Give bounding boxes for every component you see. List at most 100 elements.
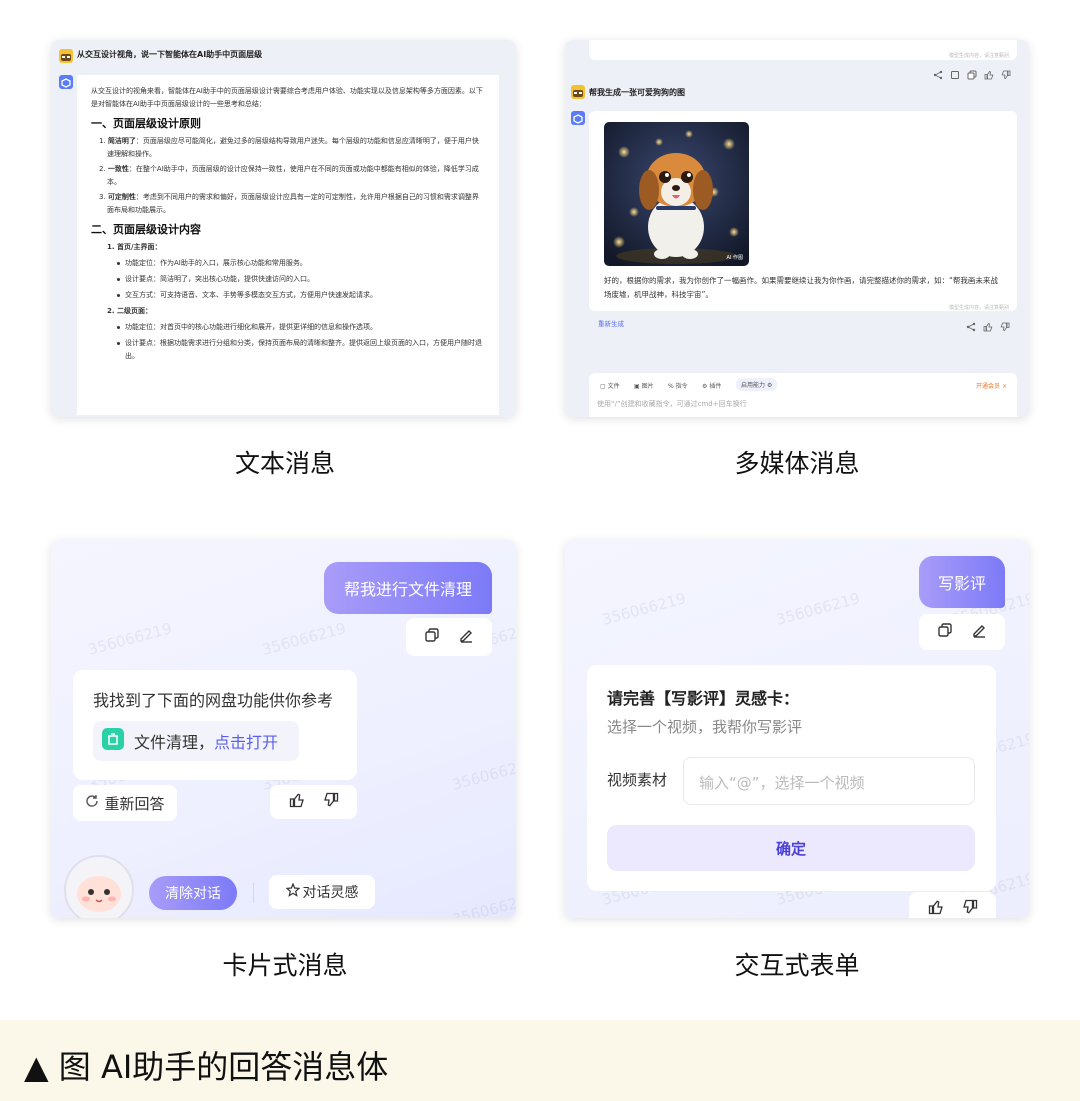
copy-icon[interactable] [967, 65, 977, 80]
chat-inspiration-button[interactable]: 对话灵感 [269, 875, 375, 909]
bullet-item: 功能定位：作为AI助手的入口，展示核心功能和常用服务。 [91, 257, 485, 270]
feedback-actions [270, 785, 357, 819]
principle-item: 2. 一致性：在整个AI助手中，页面层级的设计应保持一致性，使用户在不同的页面或… [99, 165, 479, 186]
copy-icon[interactable] [424, 627, 440, 647]
card-message-panel: 356066219 356066219 356066219 356066219 … [51, 540, 516, 918]
share-icon[interactable] [966, 317, 976, 332]
video-material-placeholder: 输入“@”，选择一个视频 [699, 774, 865, 792]
user-message-bubble: 写影评 [919, 556, 1005, 608]
ai-content-note: 模型生成内容，请注意甄别 [948, 305, 1009, 311]
divider [253, 883, 254, 903]
message-actions [966, 317, 1010, 332]
watermark: 356066219 [86, 619, 174, 659]
caption-card-message: 卡片式消息 [222, 951, 348, 980]
feedback-actions [909, 892, 996, 918]
figure-caption: ▲ 图 AI助手的回答消息体 [24, 1048, 389, 1086]
field-label: 视频素材 [607, 771, 668, 789]
bullet-item: 功能定位：对首页中的核心功能进行细化和展开，提供更详细的信息和操作选项。 [91, 321, 485, 334]
vip-link[interactable]: 开通会员 × [976, 381, 1007, 390]
video-material-input[interactable]: 输入“@”，选择一个视频 [683, 757, 975, 805]
text-message-panel: 从交互设计视角，说一下智能体在AI助手中页面层级 从交互设计的视角来看，智能体在… [51, 40, 516, 417]
form-subtitle: 选择一个视频，我帮你写影评 [607, 718, 803, 736]
settings-icon: ⚙ [766, 382, 773, 389]
inspiration-icon [285, 882, 300, 901]
previous-message-card: 模型生成内容，请注意甄别 [589, 40, 1017, 60]
share-icon[interactable] [933, 65, 943, 80]
answer-intro: 从交互设计的视角来看，智能体在AI助手中的页面层级设计需要综合考虑用户体验、功能… [91, 87, 483, 108]
thumbs-up-icon[interactable] [983, 317, 993, 332]
section-heading-1: 一、页面层级设计原则 [91, 117, 201, 130]
assistant-card: 我找到了下面的网盘功能供你参考 文件清理， 点击打开 [73, 670, 357, 780]
regenerate-link[interactable]: 重新生成 [598, 318, 624, 328]
caption-interactive-form: 交互式表单 [734, 951, 860, 980]
plugin-icon: ⚙ [702, 383, 708, 390]
tool-file[interactable]: ▢ 文件 [600, 381, 620, 390]
thumbs-up-icon[interactable] [984, 65, 994, 80]
chat-input-box[interactable]: ▢ 文件 ▣ 图片 % 指令 ⚙ 插件 启用能力 ⚙ 开通会员 × 使用“/”创… [589, 373, 1017, 417]
image-icon: ▣ [634, 383, 640, 390]
generated-dog-image[interactable]: AI 作图 [604, 122, 749, 266]
assistant-mascot [59, 850, 139, 918]
clear-chat-button[interactable]: 清除对话 [149, 876, 237, 910]
thumbs-down-icon[interactable] [323, 792, 339, 812]
assistant-reply: 好的，根据你的需求，我为你创作了一幅画作。如果需要继续让我为你作画，请完整描述你… [604, 276, 998, 299]
open-link[interactable]: 点击打开 [214, 729, 278, 753]
inspiration-form-card: 请完善【写影评】灵感卡： 选择一个视频，我帮你写影评 视频素材 输入“@”，选择… [587, 665, 996, 891]
section-heading-2: 二、页面层级设计内容 [91, 223, 201, 236]
caption-text-message: 文本消息 [234, 449, 335, 478]
user-avatar [571, 85, 585, 99]
watermark: 356066219 [774, 589, 862, 629]
watermark: 356066219 [600, 589, 688, 629]
message-actions [406, 618, 492, 656]
thumbs-down-icon[interactable] [962, 899, 978, 918]
feature-link-text: 文件清理， [134, 733, 215, 752]
user-message-bubble: 帮我进行文件清理 [324, 562, 492, 614]
watermark: 356066219 [260, 619, 348, 659]
form-title: 请完善【写影评】灵感卡： [607, 689, 800, 708]
user-avatar [59, 49, 73, 63]
assistant-avatar [571, 111, 585, 125]
figure-caption-strip: ▲ 图 AI助手的回答消息体 [0, 1020, 1080, 1101]
tool-enable-ability[interactable]: 启用能力 ⚙ [736, 378, 778, 391]
edit-icon[interactable] [971, 622, 987, 642]
save-icon[interactable] [950, 65, 960, 79]
edit-icon[interactable] [458, 627, 474, 647]
bullet-item: 设计要点：简洁明了，突出核心功能，提供快速访问的入口。 [91, 273, 485, 286]
chat-input-placeholder: 使用“/”创建和收藏指令，可通过cmd+回车换行 [597, 400, 747, 408]
refresh-icon [85, 794, 99, 812]
file-icon: ▢ [600, 383, 606, 390]
ai-image-badge: AI 作图 [726, 255, 744, 261]
tool-image[interactable]: ▣ 图片 [634, 381, 654, 390]
assistant-reply: 我找到了下面的网盘功能供你参考 [93, 691, 334, 710]
caption-multimedia-message: 多媒体消息 [734, 449, 860, 478]
tool-plugin[interactable]: ⚙ 插件 [702, 381, 721, 390]
file-clean-icon [102, 728, 124, 754]
interactive-form-panel: 356066219 356066219 356066219 356066219 … [565, 540, 1029, 918]
subsection-title: 2. 二级页面： [107, 307, 152, 315]
thumbs-up-icon[interactable] [928, 899, 944, 918]
watermark: 356066219 [450, 754, 516, 794]
user-question: 从交互设计视角，说一下智能体在AI助手中页面层级 [77, 50, 263, 59]
user-question: 帮我生成一张可爱狗狗的图 [589, 88, 685, 97]
subsection-title: 1. 首页/主界面： [107, 243, 162, 251]
assistant-avatar [59, 75, 73, 89]
multimedia-message-panel: 模型生成内容，请注意甄别 帮我生成一张可爱狗狗的图 AI 作图 好的，根据你的需… [565, 40, 1029, 417]
answer-card: AI 作图 好的，根据你的需求，我为你创作了一幅画作。如果需要继续让我为你作画，… [589, 111, 1017, 311]
confirm-button[interactable]: 确定 [607, 825, 975, 871]
retry-button[interactable]: 重新回答 [73, 785, 177, 821]
command-icon: % [668, 383, 674, 390]
watermark: 356066219 [450, 889, 516, 918]
message-actions [933, 65, 1011, 80]
thumbs-down-icon[interactable] [1000, 317, 1010, 332]
tool-command[interactable]: % 指令 [668, 381, 688, 390]
thumbs-down-icon[interactable] [1001, 65, 1011, 80]
bullet-item: 交互方式：可支持语音、文本、手势等多模态交互方式，方便用户快速发起请求。 [91, 289, 485, 302]
thumbs-up-icon[interactable] [289, 792, 305, 812]
principle-item: 3. 可定制性：考虑到不同用户的需求和偏好，页面层级设计应具有一定的可定制性，允… [99, 193, 479, 214]
feature-link-card[interactable]: 文件清理， 点击打开 [93, 721, 299, 761]
bullet-item: 设计要点：根据功能需求进行分组和分类，保持页面布局的清晰和整齐。提供返回上级页面… [91, 337, 485, 363]
principle-item: 1. 简洁明了：页面层级应尽可能简化，避免过多的层级结构导致用户迷失。每个层级的… [99, 137, 479, 158]
copy-icon[interactable] [937, 622, 953, 642]
answer-card: 从交互设计的视角来看，智能体在AI助手中的页面层级设计需要综合考虑用户体验、功能… [77, 75, 499, 415]
message-actions [919, 614, 1005, 650]
